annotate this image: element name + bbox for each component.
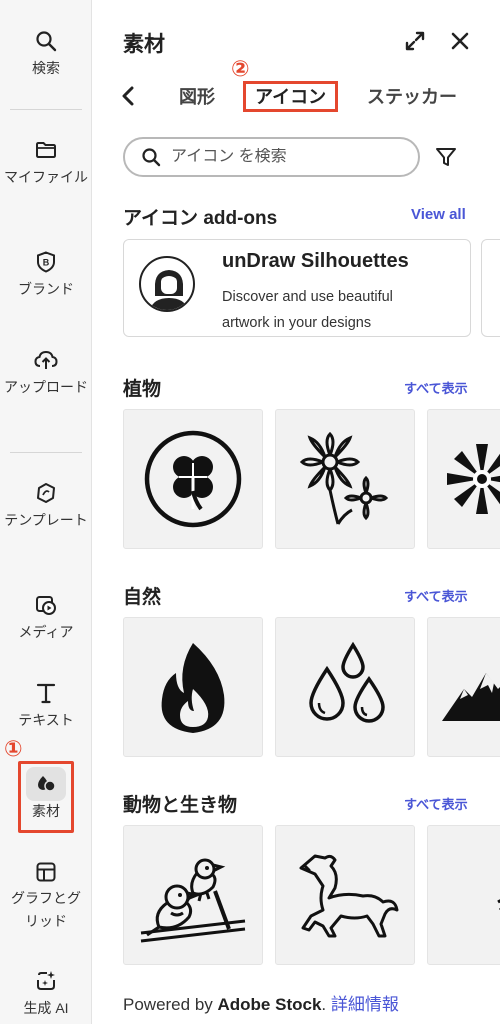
rail-item-text[interactable]: テキスト xyxy=(0,678,92,732)
expand-icon xyxy=(405,31,425,51)
footer-suffix: . xyxy=(321,995,331,1014)
rail-item-my-files[interactable]: マイファイル xyxy=(0,135,92,189)
see-all-animals-link[interactable]: すべて表示 xyxy=(404,794,468,813)
horse-icon xyxy=(299,854,399,938)
rail-item-media[interactable]: メディア xyxy=(0,590,92,644)
search-box[interactable] xyxy=(123,137,420,177)
rail-divider xyxy=(10,109,82,110)
water-drops-icon xyxy=(309,641,385,723)
rail-item-brand[interactable]: B ブランド xyxy=(0,247,92,301)
chevron-left-icon xyxy=(122,86,134,106)
step-marker-2: ② xyxy=(231,56,250,81)
close-icon xyxy=(451,32,469,50)
rail-item-label: グラフとグリッド xyxy=(11,890,81,929)
rail-item-label: テンプレート xyxy=(4,512,88,528)
addons-title: アイコン add-ons xyxy=(123,208,278,229)
rail-item-label: マイファイル xyxy=(4,169,88,185)
tab-active-annotation-box xyxy=(243,81,338,112)
expand-button[interactable] xyxy=(402,28,428,54)
search-input[interactable] xyxy=(171,148,401,166)
rail-item-label: 生成 AI xyxy=(23,1000,69,1016)
folder-icon xyxy=(31,135,61,165)
icon-tile[interactable] xyxy=(427,409,500,549)
step-marker-1: ① xyxy=(4,736,23,761)
rail-item-label: メディア xyxy=(18,624,74,640)
see-all-nature-link[interactable]: すべて表示 xyxy=(404,586,468,605)
rail-item-generative-ai[interactable]: 生成 AI xyxy=(0,966,92,1020)
rail-item-label: アップロード xyxy=(4,379,88,395)
details-link[interactable]: 詳細情報 xyxy=(331,995,399,1014)
rail-item-elements[interactable]: 素材 xyxy=(0,769,92,823)
icon-tile[interactable] xyxy=(123,825,263,965)
undraw-avatar xyxy=(139,256,195,312)
birds-icon xyxy=(140,858,246,943)
addon-card-next[interactable] xyxy=(481,239,500,337)
footer-prefix: Powered by xyxy=(123,995,218,1014)
lotus-icon xyxy=(447,444,500,514)
filter-button[interactable] xyxy=(432,143,460,171)
icon-tile[interactable] xyxy=(427,825,500,965)
rail-item-label: 検索 xyxy=(32,60,60,76)
panel-title: 素材 xyxy=(123,33,165,56)
rail-item-label: 素材 xyxy=(32,803,60,819)
icon-tile[interactable] xyxy=(275,617,415,757)
rail-item-template[interactable]: テンプレート xyxy=(0,478,92,532)
svg-text:B: B xyxy=(43,258,50,268)
elements-icon xyxy=(31,769,61,799)
elements-panel: 素材 ② 図形 アイコン ステッカー アイコン add-ons View all… xyxy=(92,0,500,1024)
tabs-back-button[interactable] xyxy=(117,84,139,108)
fire-icon xyxy=(161,643,225,733)
bird-partial-icon xyxy=(497,899,500,910)
icon-tile[interactable] xyxy=(275,825,415,965)
upload-icon xyxy=(31,345,61,375)
search-icon xyxy=(142,148,161,167)
icon-tile[interactable] xyxy=(275,409,415,549)
rail-item-upload[interactable]: アップロード xyxy=(0,345,92,399)
section-title-animals: 動物と生き物 xyxy=(123,795,238,816)
mountains-icon xyxy=(442,673,500,721)
tab-stickers[interactable]: ステッカー xyxy=(367,84,457,110)
icon-tile[interactable] xyxy=(427,617,500,757)
addon-card-description: Discover and use beautiful artwork in yo… xyxy=(222,289,393,331)
ai-icon xyxy=(31,966,61,996)
footer: Powered by Adobe Stock. 詳細情報 xyxy=(123,990,399,1015)
rail-item-graph-grid[interactable]: グラフとグリッド xyxy=(0,857,92,933)
filter-icon xyxy=(436,148,456,166)
adobe-stock-brand: Adobe Stock xyxy=(217,995,322,1014)
rail-divider xyxy=(10,452,82,453)
rail-item-search[interactable]: 検索 xyxy=(0,26,92,80)
section-title-plants: 植物 xyxy=(123,379,162,400)
grid-icon xyxy=(31,857,61,887)
close-button[interactable] xyxy=(447,28,473,54)
brand-icon: B xyxy=(31,247,61,277)
see-all-plants-link[interactable]: すべて表示 xyxy=(404,378,468,397)
template-icon xyxy=(31,478,61,508)
tab-shapes[interactable]: 図形 xyxy=(179,84,215,110)
rail-item-label: テキスト xyxy=(18,712,74,728)
left-rail: 検索 マイファイル B ブランド アップロード テンプレート メディア テキスト… xyxy=(0,0,92,1024)
addon-card-title: unDraw Silhouettes xyxy=(222,250,409,272)
icon-tile[interactable] xyxy=(123,617,263,757)
search-icon xyxy=(31,26,61,56)
icon-tile[interactable] xyxy=(123,409,263,549)
rail-item-label: ブランド xyxy=(18,281,74,297)
addons-view-all-link[interactable]: View all xyxy=(411,206,466,223)
media-icon xyxy=(31,590,61,620)
section-title-nature: 自然 xyxy=(123,587,162,608)
flowers-icon xyxy=(299,431,389,525)
text-icon xyxy=(31,678,61,708)
addon-card-undraw[interactable]: unDraw Silhouettes Discover and use beau… xyxy=(123,239,471,337)
clover-icon xyxy=(144,430,242,528)
